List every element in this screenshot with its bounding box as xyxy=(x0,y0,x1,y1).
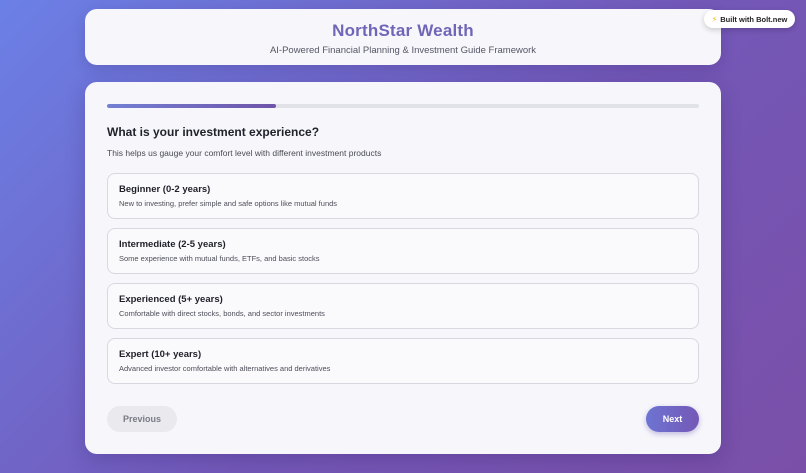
option-intermediate[interactable]: Intermediate (2-5 years) Some experience… xyxy=(107,228,699,274)
header-card: NorthStar Wealth AI-Powered Financial Pl… xyxy=(85,9,721,65)
bolt-badge-label: Built with Bolt.new xyxy=(720,14,788,24)
bolt-badge[interactable]: ⚡ Built with Bolt.new xyxy=(704,10,795,28)
option-description: Comfortable with direct stocks, bonds, a… xyxy=(119,309,325,318)
option-description: New to investing, prefer simple and safe… xyxy=(119,199,338,208)
next-button[interactable]: Next xyxy=(646,406,699,432)
option-label: Beginner (0-2 years) xyxy=(119,184,211,195)
lightning-icon: ⚡ xyxy=(711,14,718,24)
option-beginner[interactable]: Beginner (0-2 years) New to investing, p… xyxy=(107,173,699,219)
questionnaire-card: What is your investment experience? This… xyxy=(85,82,721,454)
question-help-text: This helps us gauge your comfort level w… xyxy=(107,148,382,158)
progress-fill xyxy=(107,104,276,108)
option-label: Expert (10+ years) xyxy=(119,349,202,360)
brand-title: NorthStar Wealth xyxy=(332,21,474,40)
option-description: Some experience with mutual funds, ETFs,… xyxy=(119,254,320,263)
options-list: Beginner (0-2 years) New to investing, p… xyxy=(107,173,699,393)
option-expert[interactable]: Expert (10+ years) Advanced investor com… xyxy=(107,338,699,384)
question-title: What is your investment experience? xyxy=(107,125,320,139)
option-label: Experienced (5+ years) xyxy=(119,294,223,305)
option-description: Advanced investor comfortable with alter… xyxy=(119,364,331,373)
option-experienced[interactable]: Experienced (5+ years) Comfortable with … xyxy=(107,283,699,329)
brand-subtitle: AI-Powered Financial Planning & Investme… xyxy=(269,45,537,56)
progress-bar xyxy=(107,104,699,108)
option-label: Intermediate (2-5 years) xyxy=(119,239,226,250)
previous-button[interactable]: Previous xyxy=(107,406,177,432)
